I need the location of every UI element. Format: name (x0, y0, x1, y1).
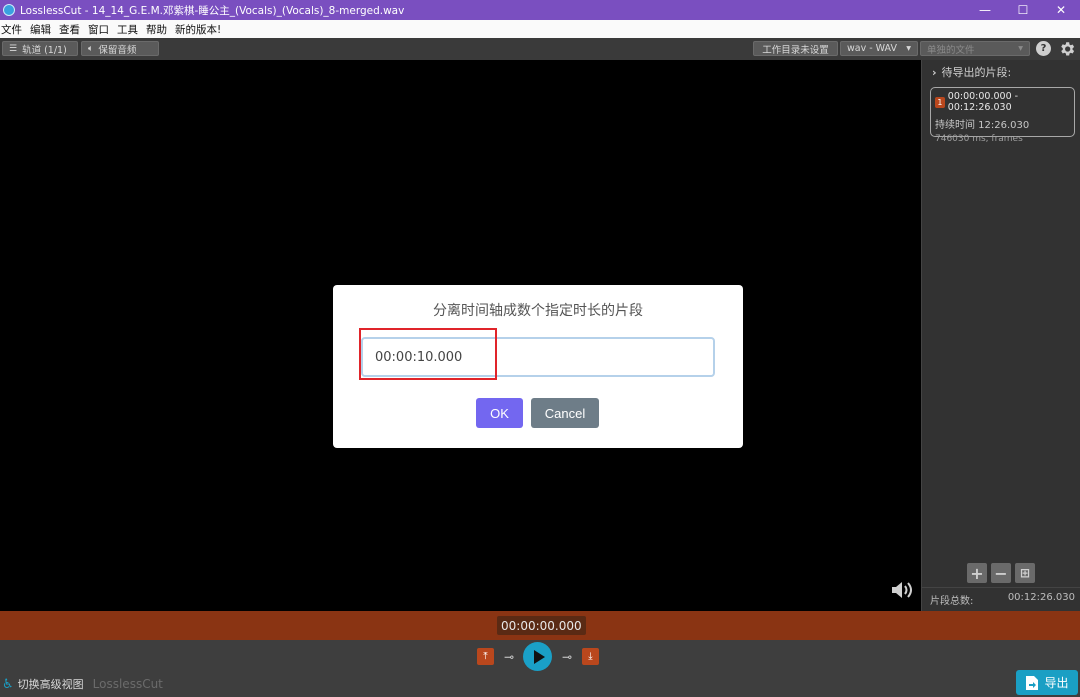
menu-new-version[interactable]: 新的版本! (171, 22, 225, 37)
toggle-advanced-view[interactable]: ♿︎ 切换高级视图 LosslessCut (2, 676, 163, 692)
menu-help[interactable]: 帮助 (142, 22, 171, 37)
split-segments-dialog: 分离时间轴成数个指定时长的片段 OK Cancel (333, 285, 743, 448)
duration-input[interactable] (361, 337, 715, 377)
minimize-button[interactable]: — (966, 0, 1004, 20)
segments-header-label: 待导出的片段: (941, 66, 1012, 79)
window-controls: — ☐ ✕ (966, 0, 1080, 20)
sidebar-divider (922, 587, 1080, 588)
segments-total: 片段总数: 00:12:26.030 (930, 592, 1075, 607)
close-button[interactable]: ✕ (1042, 0, 1080, 20)
keep-audio-label: 保留音频 (98, 44, 137, 56)
menu-bar: 文件 编辑 查看 窗口 工具 帮助 新的版本! (0, 20, 1080, 38)
person-icon: ♿︎ (2, 676, 14, 692)
export-icon (1026, 675, 1039, 690)
play-button[interactable] (523, 642, 552, 671)
export-button[interactable]: 导出 (1016, 670, 1078, 695)
next-keyframe-icon[interactable]: ⊸ (558, 648, 576, 666)
format-value: wav - WAV (847, 43, 897, 54)
speaker-icon: 🔈︎ (88, 43, 94, 54)
menu-edit[interactable]: 编辑 (26, 22, 55, 37)
tracks-label: 轨道 (1/1) (22, 44, 67, 56)
prev-keyframe-icon[interactable]: ⊸ (500, 648, 518, 666)
segment-tools: + − ⊞ (967, 563, 1035, 583)
current-time: 00:00:00.000 (497, 616, 586, 635)
segments-total-label: 片段总数: (930, 596, 974, 607)
playback-controls: ⤒ ⊸ ⊸ ⤓ ♿︎ 切换高级视图 LosslessCut 导出 (0, 640, 1080, 697)
chevron-down-icon: ▾ (906, 43, 911, 54)
output-mode-select[interactable]: 单独的文件 ▾ (920, 41, 1030, 56)
dialog-title: 分离时间轴成数个指定时长的片段 (433, 303, 643, 319)
menu-window[interactable]: 窗口 (84, 22, 113, 37)
tracks-button[interactable]: ☰ 轨道 (1/1) (2, 41, 78, 56)
brand-name: LosslessCut (92, 677, 163, 691)
cancel-button[interactable]: Cancel (531, 398, 599, 428)
timeline[interactable]: 00:00:00.000 (0, 611, 1080, 640)
chevron-down-icon: ▾ (1018, 43, 1023, 54)
segment-index-badge: 1 (935, 96, 945, 108)
app-logo-icon (3, 4, 15, 16)
volume-icon[interactable] (890, 579, 916, 601)
keep-audio-button[interactable]: 🔈︎ 保留音频 (81, 41, 159, 56)
working-dir-label: 工作目录未设置 (762, 44, 829, 56)
maximize-button[interactable]: ☐ (1004, 0, 1042, 20)
segment-frames: 746030 ms, frames (935, 134, 1023, 144)
format-select[interactable]: wav - WAV ▾ (840, 41, 918, 56)
window-title: LosslessCut - 14_14_G.E.M.邓紫棋-睡公主_(Vocal… (20, 4, 405, 17)
menu-tools[interactable]: 工具 (113, 22, 142, 37)
remove-segment-icon[interactable]: − (991, 563, 1011, 583)
set-cut-end-icon[interactable]: ⤓ (582, 648, 599, 665)
segments-header[interactable]: › 待导出的片段: (932, 64, 1011, 80)
list-icon: ☰ (9, 43, 18, 54)
segments-total-value: 00:12:26.030 (1007, 592, 1075, 603)
gear-icon[interactable] (1058, 40, 1076, 58)
output-mode-value: 单独的文件 (927, 44, 975, 56)
ok-button[interactable]: OK (476, 398, 523, 428)
add-segment-icon[interactable]: + (967, 563, 987, 583)
chevron-right-icon: › (932, 65, 937, 79)
toggle-advanced-label: 切换高级视图 (17, 678, 84, 691)
working-dir-button[interactable]: 工作目录未设置 (753, 41, 838, 56)
set-cut-start-icon[interactable]: ⤒ (477, 648, 494, 665)
segment-range: 00:00:00.000 - 00:12:26.030 (947, 91, 1019, 113)
menu-view[interactable]: 查看 (55, 22, 84, 37)
segment-item[interactable]: 1 00:00:00.000 - 00:12:26.030 持续时间 12:26… (930, 87, 1075, 144)
toolbar: ☰ 轨道 (1/1) 🔈︎ 保留音频 工作目录未设置 wav - WAV ▾ 单… (0, 38, 1080, 60)
menu-file[interactable]: 文件 (0, 22, 26, 37)
help-icon[interactable]: ? (1036, 41, 1051, 56)
segment-duration: 持续时间 12:26.030 (935, 120, 1030, 131)
title-bar: LosslessCut - 14_14_G.E.M.邓紫棋-睡公主_(Vocal… (0, 0, 1080, 20)
export-label: 导出 (1044, 676, 1069, 690)
split-segment-icon[interactable]: ⊞ (1015, 563, 1035, 583)
segments-sidebar: › 待导出的片段: 1 00:00:00.000 - 00:12:26.030 … (921, 60, 1080, 611)
